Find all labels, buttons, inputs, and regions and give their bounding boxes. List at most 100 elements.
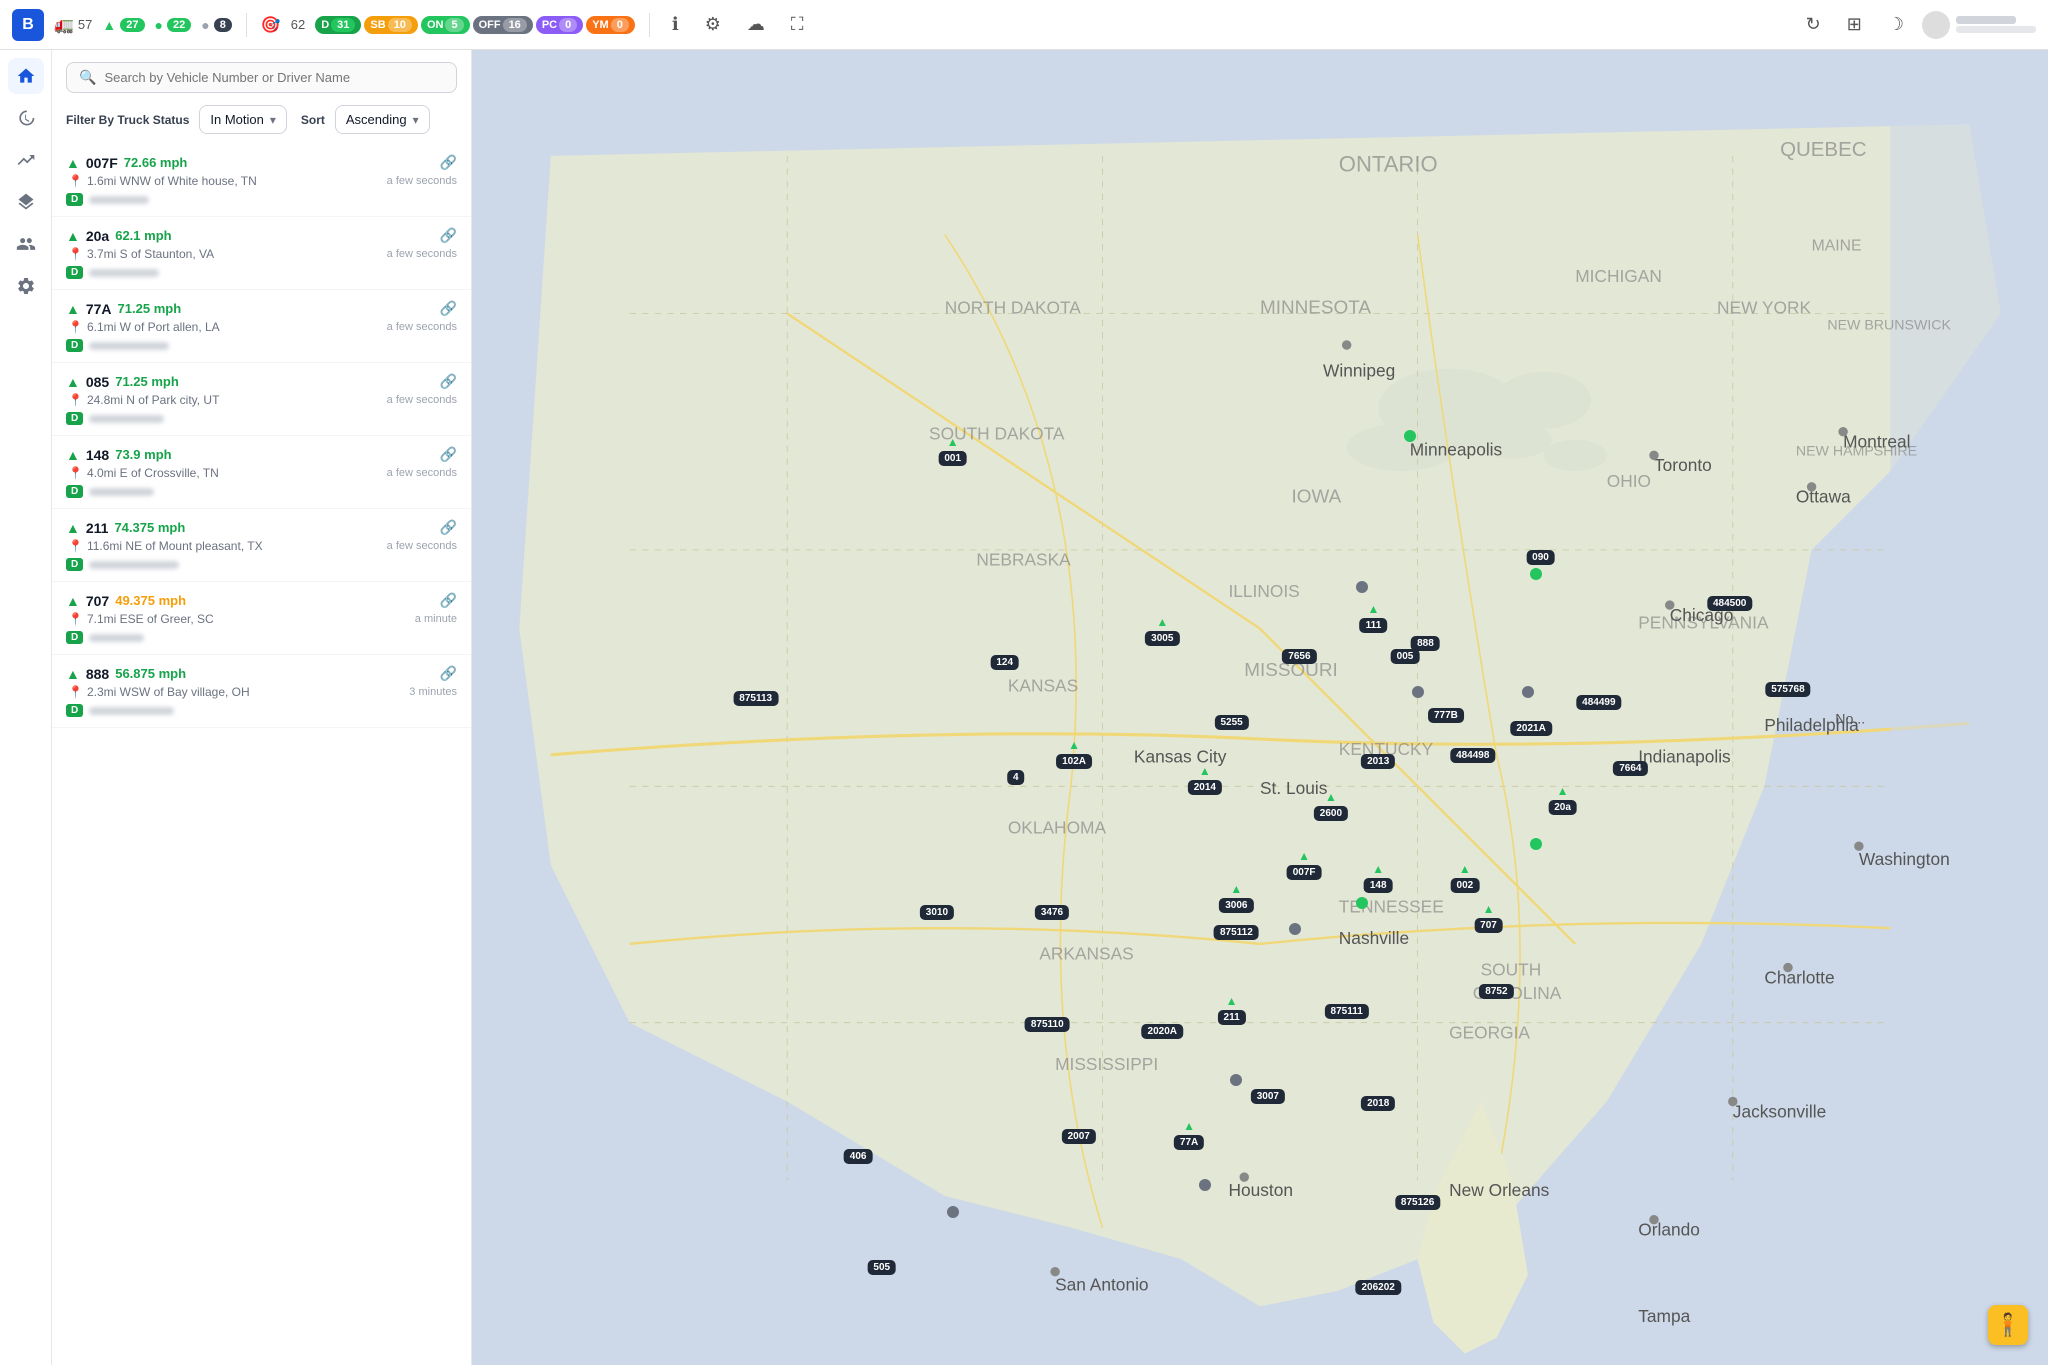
vehicle-speed: 73.9 mph: [115, 447, 171, 462]
svg-text:Winnipeg: Winnipeg: [1323, 361, 1395, 381]
search-input[interactable]: [104, 70, 444, 85]
vehicle-speed: 71.25 mph: [118, 301, 182, 316]
vehicle-link-icon[interactable]: 🔗: [440, 446, 457, 463]
map-svg: NORTH DAKOTA SOUTH DAKOTA NEBRASKA KANSA…: [472, 50, 2048, 1365]
sidebar-home[interactable]: [8, 58, 44, 94]
refresh-button[interactable]: ↻: [1798, 10, 1829, 39]
vehicle-item[interactable]: ▲ 77A 71.25 mph 🔗 📍 6.1mi W of Port alle…: [52, 290, 471, 363]
sb-count: 10: [388, 18, 412, 32]
vehicle-item[interactable]: ▲ 707 49.375 mph 🔗 📍 7.1mi ESE of Greer,…: [52, 582, 471, 655]
location-pin-icon: 📍: [68, 393, 83, 407]
vehicle-time: a few seconds: [387, 540, 457, 552]
vehicle-speed: 71.25 mph: [115, 374, 179, 389]
off-label: OFF: [479, 19, 501, 31]
status-filter[interactable]: In Motion ▾: [199, 105, 287, 134]
svg-text:GEORGIA: GEORGIA: [1449, 1022, 1530, 1042]
driver-name-blurred: [89, 634, 144, 642]
vehicle-link-icon[interactable]: 🔗: [440, 227, 457, 244]
vehicle-item[interactable]: ▲ 20a 62.1 mph 🔗 📍 3.7mi S of Staunton, …: [52, 217, 471, 290]
filter-label: Filter By Truck Status: [66, 113, 189, 127]
d-count: 31: [331, 18, 355, 32]
search-wrap[interactable]: 🔍: [66, 62, 457, 93]
svg-text:Chicago: Chicago: [1670, 605, 1734, 625]
map-area[interactable]: NORTH DAKOTA SOUTH DAKOTA NEBRASKA KANSA…: [472, 50, 2048, 1365]
svg-text:Orlando: Orlando: [1638, 1219, 1700, 1239]
svg-text:Toronto: Toronto: [1654, 455, 1712, 475]
driver-badge: D: [66, 266, 83, 279]
sidebar-settings[interactable]: [8, 268, 44, 304]
vehicle-item[interactable]: ▲ 211 74.375 mph 🔗 📍 11.6mi NE of Mount …: [52, 509, 471, 582]
vehicle-link-icon[interactable]: 🔗: [440, 519, 457, 536]
sidebar-layers[interactable]: [8, 184, 44, 220]
location-pin-icon: 📍: [68, 320, 83, 334]
avatar: [1922, 11, 1950, 39]
sidebar-history[interactable]: [8, 100, 44, 136]
vehicle-item[interactable]: ▲ 148 73.9 mph 🔗 📍 4.0mi E of Crossville…: [52, 436, 471, 509]
info-button[interactable]: ℹ: [664, 10, 687, 39]
vehicle-list: ▲ 007F 72.66 mph 🔗 📍 1.6mi WNW of White …: [52, 144, 471, 1365]
status-pc[interactable]: PC 0: [536, 16, 583, 34]
user-area: [1922, 11, 2036, 39]
vehicle-id: 888: [86, 666, 109, 682]
vehicle-speed: 72.66 mph: [124, 155, 188, 170]
svg-text:St. Louis: St. Louis: [1260, 778, 1328, 798]
vehicle-item[interactable]: ▲ 085 71.25 mph 🔗 📍 24.8mi N of Park cit…: [52, 363, 471, 436]
svg-text:Tampa: Tampa: [1638, 1306, 1690, 1326]
streetview-button[interactable]: 🧍: [1988, 1305, 2028, 1345]
vehicle-arrow-icon: ▲: [66, 301, 80, 317]
sort-filter[interactable]: Ascending ▾: [335, 105, 430, 134]
vehicle-link-icon[interactable]: 🔗: [440, 592, 457, 609]
svg-text:Minneapolis: Minneapolis: [1410, 439, 1503, 459]
sidebar-reports[interactable]: [8, 142, 44, 178]
offline-badge: 8: [214, 18, 232, 32]
svg-text:NEBRASKA: NEBRASKA: [976, 550, 1071, 570]
vehicle-item[interactable]: ▲ 007F 72.66 mph 🔗 📍 1.6mi WNW of White …: [52, 144, 471, 217]
vehicle-link-icon[interactable]: 🔗: [440, 300, 457, 317]
status-d[interactable]: D 31: [315, 16, 361, 34]
svg-text:No...: No...: [1835, 711, 1865, 727]
vehicle-arrow-icon: ▲: [66, 520, 80, 536]
sidebar-users[interactable]: [8, 226, 44, 262]
vehicle-speed: 49.375 mph: [115, 593, 186, 608]
cloud-button[interactable]: ☁: [739, 10, 773, 39]
status-on[interactable]: ON 5: [421, 16, 470, 34]
svg-text:San Antonio: San Antonio: [1055, 1275, 1148, 1295]
svg-text:OHIO: OHIO: [1607, 471, 1651, 491]
trucks-total: 57: [78, 17, 92, 32]
svg-text:KANSAS: KANSAS: [1008, 676, 1078, 696]
vehicle-link-icon[interactable]: 🔗: [440, 154, 457, 171]
svg-text:NORTH DAKOTA: NORTH DAKOTA: [945, 298, 1082, 318]
svg-text:SOUTH DAKOTA: SOUTH DAKOTA: [929, 424, 1065, 444]
svg-text:CAROLINA: CAROLINA: [1473, 983, 1562, 1003]
vehicle-link-icon[interactable]: 🔗: [440, 665, 457, 682]
location-pin-icon: 📍: [68, 247, 83, 261]
vehicle-item[interactable]: ▲ 888 56.875 mph 🔗 📍 2.3mi WSW of Bay vi…: [52, 655, 471, 728]
driver-name-blurred: [89, 561, 179, 569]
off-count: 16: [503, 18, 527, 32]
expand-button[interactable]: ⛶: [783, 10, 812, 39]
svg-text:Ottawa: Ottawa: [1796, 487, 1851, 507]
pc-label: PC: [542, 19, 557, 31]
vehicle-time: a minute: [415, 613, 457, 625]
driver-name-blurred: [89, 342, 169, 350]
vehicle-arrow-icon: ▲: [66, 155, 80, 171]
grid-button[interactable]: ⊞: [1839, 10, 1870, 39]
status-ym[interactable]: YM 0: [586, 16, 635, 34]
status-sb[interactable]: SB 10: [364, 16, 418, 34]
location-pin-icon: 📍: [68, 685, 83, 699]
driver-badge: D: [66, 485, 83, 498]
vehicle-arrow-icon: ▲: [66, 593, 80, 609]
map-background: NORTH DAKOTA SOUTH DAKOTA NEBRASKA KANSA…: [472, 50, 2048, 1365]
search-icon: 🔍: [79, 69, 96, 86]
vehicle-time: a few seconds: [387, 394, 457, 406]
svg-text:Jacksonville: Jacksonville: [1733, 1101, 1826, 1121]
location-pin-icon: 📍: [68, 174, 83, 188]
vehicle-location: 11.6mi NE of Mount pleasant, TX: [87, 539, 383, 553]
status-chevron-icon: ▾: [270, 113, 276, 127]
filter-button[interactable]: ⚙: [697, 10, 729, 39]
theme-button[interactable]: ☽: [1880, 10, 1912, 39]
status-off[interactable]: OFF 16: [473, 16, 533, 34]
vehicle-link-icon[interactable]: 🔗: [440, 373, 457, 390]
driver-name-blurred: [89, 488, 154, 496]
vehicle-time: a few seconds: [387, 175, 457, 187]
